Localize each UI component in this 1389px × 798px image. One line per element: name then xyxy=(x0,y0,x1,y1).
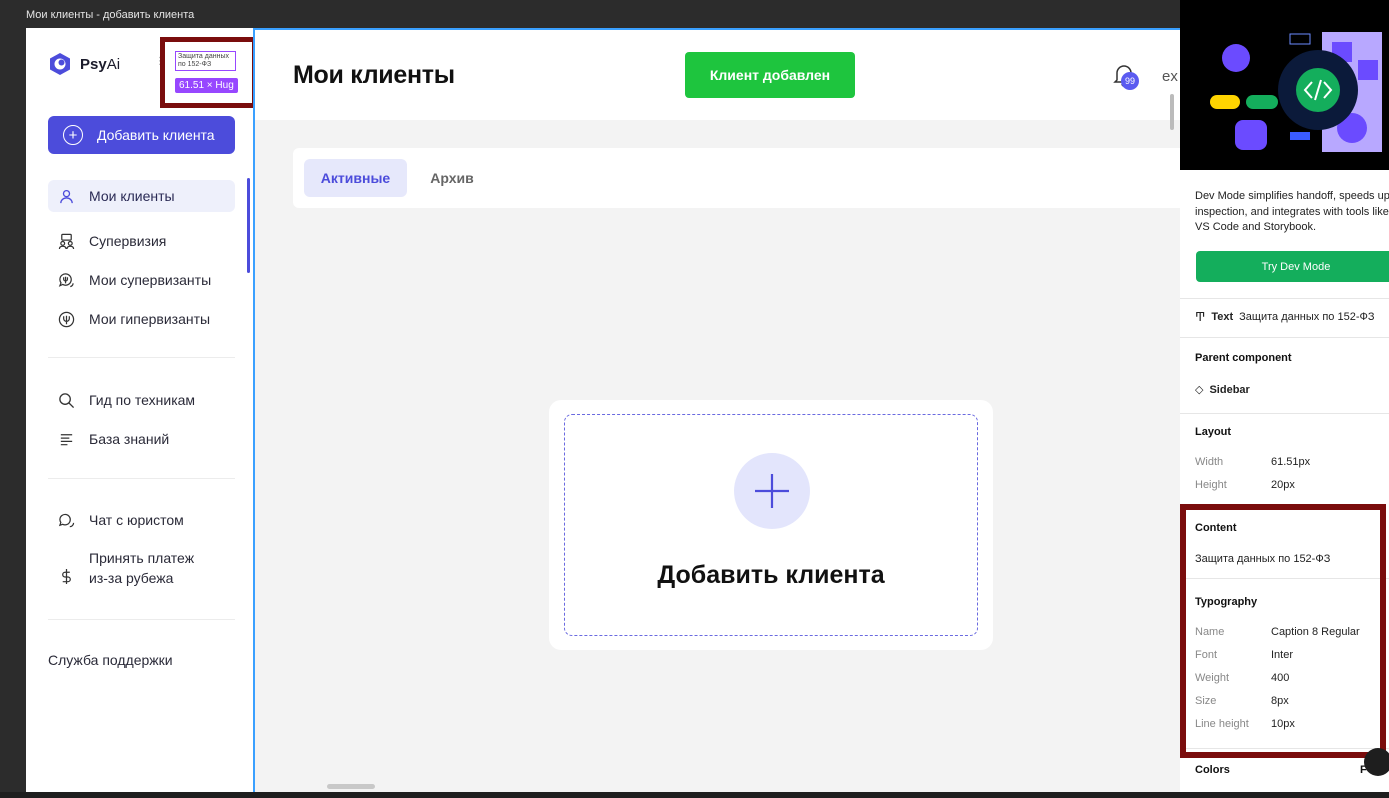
typography-label: Size xyxy=(1195,695,1217,707)
typography-label: Font xyxy=(1195,649,1218,661)
add-client-button-label: Добавить клиента xyxy=(97,127,215,143)
sidebar-item-knowledge-base[interactable]: База знаний xyxy=(48,423,235,455)
canvas-left-gutter xyxy=(0,28,26,792)
dev-mode-illustration xyxy=(1180,0,1389,170)
typography-label: Weight xyxy=(1195,672,1230,684)
user-menu[interactable]: ex xyxy=(1162,68,1178,85)
lines-icon xyxy=(60,433,73,445)
selected-text-layer[interactable]: Защита данных по 152-ФЗ xyxy=(175,51,236,71)
help-button[interactable] xyxy=(1364,748,1389,776)
sidebar-item-label: Супервизия xyxy=(89,233,167,249)
group-icon xyxy=(58,233,75,249)
typography-value: Caption 8 Regular xyxy=(1271,626,1360,638)
sidebar-item-label: Мои супервизанты xyxy=(89,272,212,288)
chat-psi-icon xyxy=(58,272,74,287)
sidebar-item-label: Чат с юристом xyxy=(89,512,184,528)
typography-label: Name xyxy=(1195,626,1225,638)
sidebar-item-label: База знаний xyxy=(89,431,170,447)
page-header: Мои клиенты Клиент добавлен 99 ex xyxy=(255,30,1180,130)
sidebar-item-supervision[interactable]: Супервизия xyxy=(48,225,235,257)
component-diamond-icon: ◇ xyxy=(1195,384,1204,396)
sidebar-divider xyxy=(48,478,235,479)
selection-name: Защита данных по 152-ФЗ xyxy=(1239,311,1375,323)
selection-info: Ͳ Text Защита данных по 152-ФЗ xyxy=(1195,310,1375,324)
user-icon xyxy=(60,189,73,203)
colors-heading: Colors xyxy=(1195,764,1230,776)
sidebar: PsyAi ⋮ Защита данных по 152-ФЗ 61.51 × … xyxy=(26,28,257,792)
sidebar-item-label: Гид по техникам xyxy=(89,392,196,408)
try-dev-mode-button[interactable]: Try Dev Mode xyxy=(1196,251,1389,282)
layout-heading: Layout xyxy=(1195,426,1232,438)
logo-text: PsyAi xyxy=(80,55,121,73)
parent-component-name: Sidebar xyxy=(1209,383,1250,396)
typography-value: 400 xyxy=(1271,672,1290,684)
sidebar-item-foreign-payment[interactable]: Принять платеж из-за рубежа xyxy=(48,544,235,592)
parent-component-heading: Parent component xyxy=(1195,352,1292,364)
dollar-icon xyxy=(62,568,71,585)
plus-circle-icon: + xyxy=(63,125,83,145)
sidebar-item-label: Мои гипервизанты xyxy=(89,311,211,327)
tabs-bar: Активные Архив xyxy=(293,148,1180,208)
sidebar-item-label: Мои клиенты xyxy=(89,188,175,204)
search-icon xyxy=(59,392,75,408)
sidebar-scrollbar[interactable] xyxy=(247,178,250,273)
panel-divider xyxy=(1180,337,1389,338)
support-link[interactable]: Служба поддержки xyxy=(48,652,173,668)
panel-divider xyxy=(1180,413,1389,414)
selected-layer-highlight[interactable]: Защита данных по 152-ФЗ 61.51 × Hug xyxy=(160,37,257,108)
panel-divider xyxy=(1180,578,1389,579)
tab-archive[interactable]: Архив xyxy=(417,159,487,197)
main-vertical-scrollbar[interactable] xyxy=(1170,94,1174,130)
panel-divider xyxy=(1180,748,1389,749)
sidebar-item-lawyer-chat[interactable]: Чат с юристом xyxy=(48,504,235,536)
width-value: 61.51px xyxy=(1271,456,1311,468)
sidebar-item-techniques-guide[interactable]: Гид по техникам xyxy=(48,384,235,416)
client-added-toast: Клиент добавлен xyxy=(685,52,855,98)
height-value: 20px xyxy=(1271,479,1295,491)
add-client-card[interactable]: Добавить клиента xyxy=(549,400,993,650)
add-client-card-title: Добавить клиента xyxy=(657,561,885,589)
plus-icon[interactable] xyxy=(734,453,810,529)
notification-count-badge: 99 xyxy=(1121,72,1139,90)
main-frame: Мои клиенты Клиент добавлен 99 ex Активн… xyxy=(253,28,1180,792)
horizontal-scrollbar[interactable] xyxy=(327,784,375,789)
dev-mode-panel: Dev Mode simplifies handoff, speeds up i… xyxy=(1180,0,1389,792)
sidebar-item-label: Принять платеж из-за рубежа xyxy=(89,550,195,586)
logo-icon xyxy=(50,53,70,75)
chat-icon xyxy=(58,513,75,527)
window-title: Мои клиенты - добавить клиента xyxy=(26,9,195,21)
logo[interactable]: PsyAi xyxy=(48,52,120,76)
typography-value: 10px xyxy=(1271,718,1295,730)
dev-mode-promo-text: Dev Mode simplifies handoff, speeds up i… xyxy=(1195,190,1389,233)
sidebar-item-my-hypervisees[interactable]: Мои гипервизанты xyxy=(48,303,235,335)
selection-type: Text xyxy=(1211,311,1234,323)
add-client-button[interactable]: + Добавить клиента xyxy=(48,116,235,154)
parent-component-row[interactable]: ◇ Sidebar xyxy=(1195,383,1250,397)
sidebar-item-my-supervisees[interactable]: Мои супервизанты xyxy=(48,264,235,296)
typography-value: 8px xyxy=(1271,695,1289,707)
selection-size-badge: 61.51 × Hug xyxy=(175,78,238,93)
tab-active[interactable]: Активные xyxy=(304,159,407,197)
content-value[interactable]: Защита данных по 152-ФЗ xyxy=(1195,553,1330,565)
sidebar-item-my-clients[interactable]: Мои клиенты xyxy=(48,180,235,212)
text-type-icon: Ͳ xyxy=(1195,310,1206,324)
add-client-dropzone[interactable]: Добавить клиента xyxy=(564,414,978,636)
typography-label: Line height xyxy=(1195,718,1249,730)
psi-icon xyxy=(58,311,75,327)
page-title: Мои клиенты xyxy=(293,61,455,89)
sidebar-divider xyxy=(48,357,235,358)
height-label: Height xyxy=(1195,479,1227,491)
content-heading: Content xyxy=(1195,522,1237,534)
panel-divider xyxy=(1180,298,1389,299)
typography-value: Inter xyxy=(1271,649,1294,661)
width-label: Width xyxy=(1195,456,1224,468)
taskbar-strip xyxy=(0,792,1389,798)
typography-heading: Typography xyxy=(1195,596,1258,608)
sidebar-divider xyxy=(48,619,235,620)
